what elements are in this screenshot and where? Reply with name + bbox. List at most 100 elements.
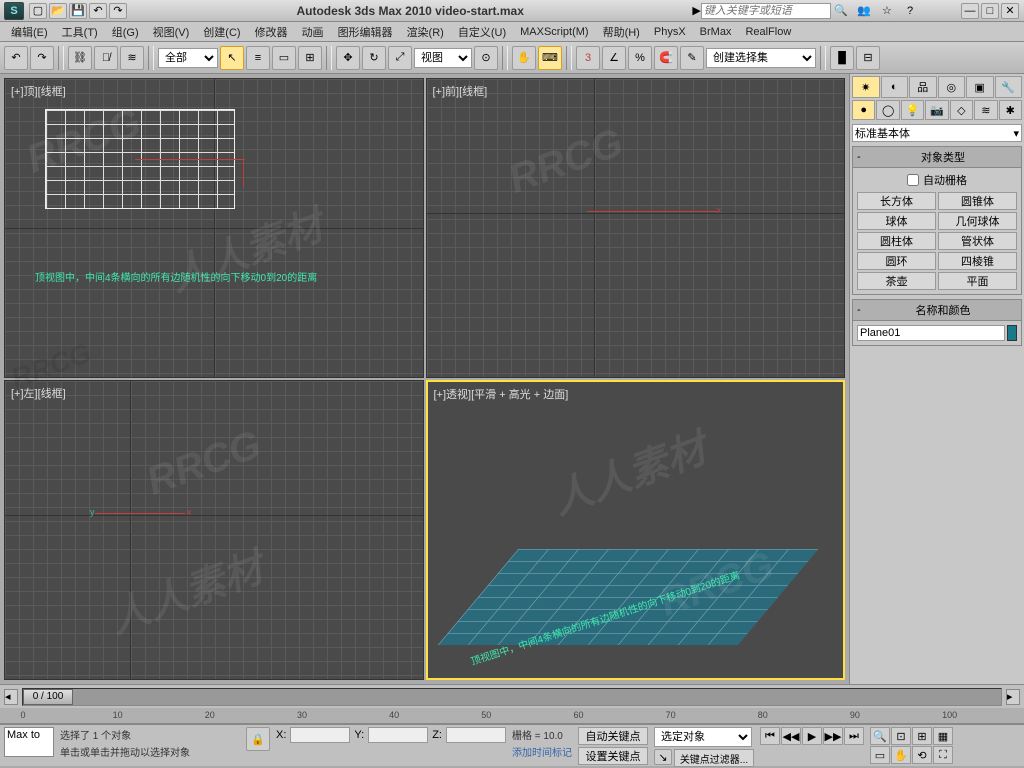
edit-named-sel-button[interactable]: ✎: [680, 46, 704, 70]
angle-snap-button[interactable]: ∠: [602, 46, 626, 70]
maximize-viewport-button[interactable]: ⛶: [933, 746, 953, 764]
autokey-button[interactable]: 自动关键点: [578, 727, 648, 745]
align-button[interactable]: ⊟: [856, 46, 880, 70]
motion-tab[interactable]: ◎: [938, 76, 966, 98]
select-name-button[interactable]: ≡: [246, 46, 270, 70]
y-coord-input[interactable]: [368, 727, 428, 743]
new-icon[interactable]: ▢: [29, 3, 47, 19]
menu-modifier[interactable]: 修改器: [248, 24, 295, 40]
cone-button[interactable]: 圆锥体: [938, 192, 1017, 210]
undo-button[interactable]: ↶: [4, 46, 28, 70]
next-frame-button[interactable]: ▶▶: [823, 727, 843, 745]
open-icon[interactable]: 📂: [49, 3, 67, 19]
orbit-button[interactable]: ⟲: [912, 746, 932, 764]
create-tab[interactable]: ✷: [852, 76, 880, 98]
lock-selection-button[interactable]: 🔒: [246, 727, 270, 751]
maximize-button[interactable]: □: [981, 3, 999, 19]
menu-script[interactable]: MAXScript(M): [513, 26, 595, 38]
key-target[interactable]: 选定对象: [654, 727, 752, 747]
help-icon[interactable]: ?: [902, 3, 918, 19]
torus-button[interactable]: 圆环: [857, 252, 936, 270]
minimize-button[interactable]: —: [961, 3, 979, 19]
menu-group[interactable]: 组(G): [105, 24, 146, 40]
redo-icon[interactable]: ↷: [109, 3, 127, 19]
pan-button[interactable]: ✋: [891, 746, 911, 764]
goto-start-button[interactable]: ⏮: [760, 727, 780, 745]
search-input[interactable]: [701, 3, 831, 19]
autogrid-checkbox[interactable]: [907, 174, 919, 186]
object-name-input[interactable]: [857, 325, 1005, 341]
zoom-extents-button[interactable]: ⊞: [912, 727, 932, 745]
zoom-button[interactable]: 🔍: [870, 727, 890, 745]
ref-coord-system[interactable]: 视图: [414, 48, 472, 68]
goto-end-button[interactable]: ⏭: [844, 727, 864, 745]
menu-anim[interactable]: 动画: [295, 24, 331, 40]
save-icon[interactable]: 💾: [69, 3, 87, 19]
tube-button[interactable]: 管状体: [938, 232, 1017, 250]
communication-icon[interactable]: 👥: [856, 2, 872, 18]
cylinder-button[interactable]: 圆柱体: [857, 232, 936, 250]
setkey-button[interactable]: 设置关键点: [578, 747, 648, 765]
select-button[interactable]: ↖: [220, 46, 244, 70]
undo-icon[interactable]: ↶: [89, 3, 107, 19]
menu-help[interactable]: 帮助(H): [596, 24, 647, 40]
object-color-swatch[interactable]: [1007, 325, 1017, 341]
pivot-button[interactable]: ⊙: [474, 46, 498, 70]
link-button[interactable]: ⛓: [68, 46, 92, 70]
timeline-left-button[interactable]: ◂: [4, 689, 18, 705]
add-time-marker[interactable]: 添加时间标记: [512, 744, 572, 759]
maxscript-mini[interactable]: Max to: [4, 727, 54, 757]
snap-button[interactable]: 3: [576, 46, 600, 70]
time-slider[interactable]: 0 / 100: [22, 688, 1002, 706]
box-button[interactable]: 长方体: [857, 192, 936, 210]
star-icon[interactable]: ☆: [879, 2, 895, 18]
menu-tools[interactable]: 工具(T): [55, 24, 105, 40]
plane-button[interactable]: 平面: [938, 272, 1017, 290]
space-warps-tab[interactable]: ≋: [974, 100, 997, 120]
spinner-snap-button[interactable]: 🧲: [654, 46, 678, 70]
zoom-all-button[interactable]: ⊡: [891, 727, 911, 745]
fov-button[interactable]: ▭: [870, 746, 890, 764]
manipulate-button[interactable]: ✋: [512, 46, 536, 70]
viewport-perspective[interactable]: [+]透视][平滑 + 高光 + 边面] 顶视图中，中间4条横向的所有边随机性的…: [426, 380, 846, 680]
keyboard-shortcut-button[interactable]: ⌨: [538, 46, 562, 70]
menu-physx[interactable]: PhysX: [647, 26, 693, 38]
time-handle[interactable]: 0 / 100: [23, 689, 73, 705]
mirror-button[interactable]: ▐▌: [830, 46, 854, 70]
menu-create[interactable]: 创建(C): [196, 24, 247, 40]
lights-tab[interactable]: 💡: [901, 100, 924, 120]
redo-button[interactable]: ↷: [30, 46, 54, 70]
bind-button[interactable]: ≋: [120, 46, 144, 70]
move-button[interactable]: ✥: [336, 46, 360, 70]
zoom-extents-all-button[interactable]: ▦: [933, 727, 953, 745]
display-tab[interactable]: ▣: [966, 76, 994, 98]
menu-graph[interactable]: 图形编辑器: [331, 24, 400, 40]
selection-filter[interactable]: 全部: [158, 48, 218, 68]
menu-render[interactable]: 渲染(R): [400, 24, 451, 40]
utilities-tab[interactable]: 🔧: [995, 76, 1023, 98]
sphere-button[interactable]: 球体: [857, 212, 936, 230]
viewport-left[interactable]: [+]左][线框] y x RRCG 人人素材: [4, 380, 424, 680]
menu-realflow[interactable]: RealFlow: [738, 26, 798, 38]
key-filter-button[interactable]: 关键点过滤器...: [674, 749, 754, 767]
x-coord-input[interactable]: [290, 727, 350, 743]
rotate-button[interactable]: ↻: [362, 46, 386, 70]
play-button[interactable]: ▶: [802, 727, 822, 745]
geometry-tab[interactable]: ●: [852, 100, 875, 120]
modify-tab[interactable]: ◐: [881, 76, 909, 98]
close-button[interactable]: ✕: [1001, 3, 1019, 19]
geosphere-button[interactable]: 几何球体: [938, 212, 1017, 230]
app-logo[interactable]: S: [4, 2, 24, 20]
z-coord-input[interactable]: [446, 727, 506, 743]
menu-view[interactable]: 视图(V): [146, 24, 197, 40]
select-rect-button[interactable]: ▭: [272, 46, 296, 70]
systems-tab[interactable]: ✱: [999, 100, 1022, 120]
menu-brmax[interactable]: BrMax: [693, 26, 739, 38]
timeline-right-button[interactable]: ▸: [1006, 689, 1020, 705]
hierarchy-tab[interactable]: 品: [909, 76, 937, 98]
pyramid-button[interactable]: 四棱锥: [938, 252, 1017, 270]
menu-edit[interactable]: 编辑(E): [4, 24, 55, 40]
cameras-tab[interactable]: 📷: [925, 100, 948, 120]
unlink-button[interactable]: ⛓̸: [94, 46, 118, 70]
key-mode-button[interactable]: ↘: [654, 749, 672, 765]
